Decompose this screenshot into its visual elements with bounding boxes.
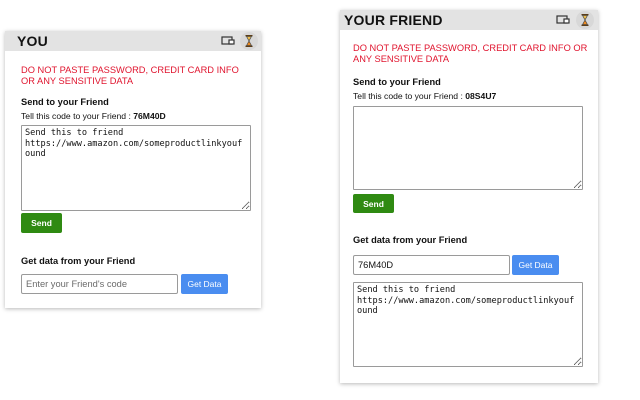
hourglass-icon[interactable] [240, 32, 258, 50]
send-heading: Send to your Friend [21, 97, 109, 107]
you-header: YOU [5, 31, 261, 51]
screen-share-icon[interactable] [555, 12, 571, 28]
get-heading: Get data from your Friend [353, 235, 468, 245]
friend-panel: YOUR FRIEND DO NOT PASTE PASSWORD, CREDI… [340, 10, 598, 383]
panel-title: YOU [17, 33, 48, 49]
friend-code-input[interactable] [353, 255, 510, 275]
sensitive-data-warning: DO NOT PASTE PASSWORD, CREDIT CARD INFO … [353, 43, 588, 64]
friend-code: 76M40D [133, 111, 166, 121]
screen-share-icon[interactable] [220, 33, 236, 49]
send-button[interactable]: Send [353, 194, 394, 213]
get-data-button[interactable]: Get Data [181, 274, 228, 294]
friend-code-label: Tell this code to your Friend : [353, 91, 466, 101]
get-data-button[interactable]: Get Data [512, 255, 559, 275]
hourglass-icon[interactable] [576, 11, 594, 29]
send-message-textarea[interactable]: Send this to friend https://www.amazon.c… [21, 125, 251, 211]
friend-code-line: Tell this code to your Friend : 08S4U7 [353, 91, 496, 101]
received-data-textarea[interactable]: Send this to friend https://www.amazon.c… [353, 282, 583, 367]
friend-code-label: Tell this code to your Friend : [21, 111, 134, 121]
panel-title: YOUR FRIEND [344, 12, 443, 28]
friend-header: YOUR FRIEND [340, 10, 598, 30]
friend-code-input[interactable] [21, 274, 178, 294]
send-button[interactable]: Send [21, 213, 62, 233]
you-panel: YOU DO NOT PASTE PASSWORD, CREDIT CARD I… [5, 31, 261, 308]
sensitive-data-warning: DO NOT PASTE PASSWORD, CREDIT CARD INFO … [21, 65, 239, 86]
get-heading: Get data from your Friend [21, 256, 136, 266]
send-message-textarea[interactable] [353, 106, 583, 190]
friend-code: 08S4U7 [465, 91, 497, 101]
send-heading: Send to your Friend [353, 77, 441, 87]
friend-code-line: Tell this code to your Friend : 76M40D [21, 111, 166, 121]
